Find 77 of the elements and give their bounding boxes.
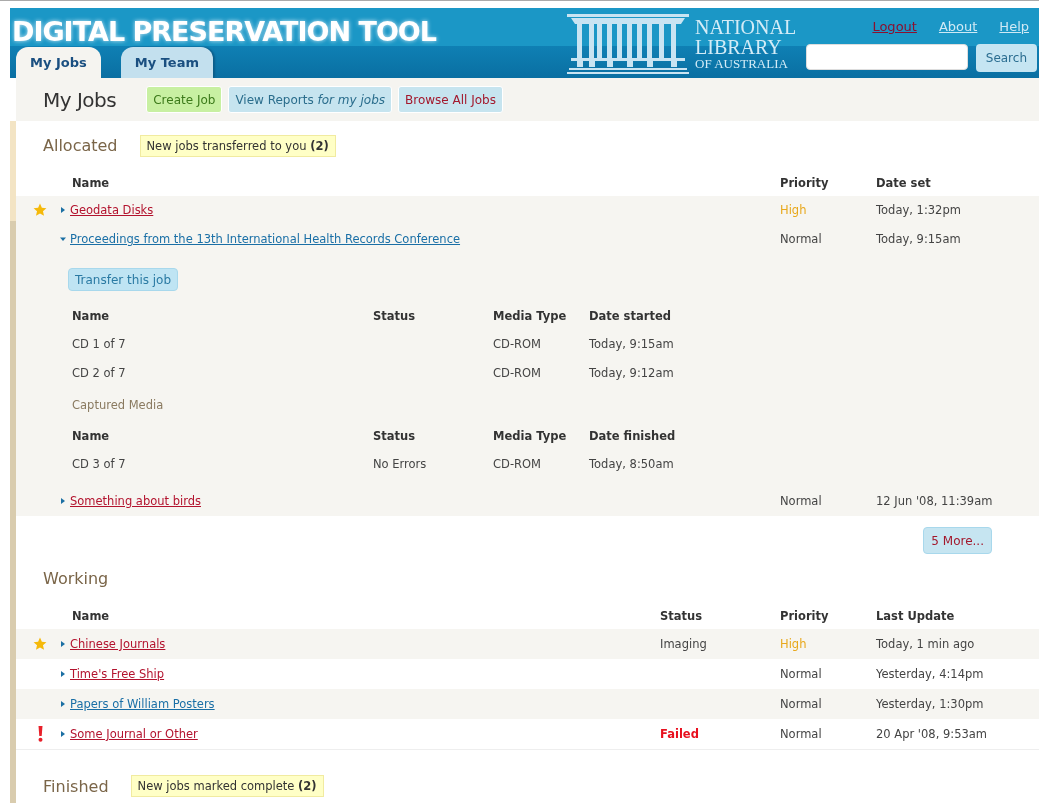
column-header: Status (660, 609, 704, 623)
column-header: Date set (876, 176, 932, 190)
notice-badge: New jobs marked complete (2) (130, 775, 324, 797)
priority-text: High (780, 203, 808, 217)
column-header: Date finished (589, 429, 677, 443)
star-icon[interactable] (33, 637, 47, 651)
date-text: Today, 1:32pm (876, 203, 962, 217)
job-link[interactable]: Some Journal or Other (70, 727, 198, 741)
app-title: DIGITAL PRESERVATION TOOL (11, 15, 438, 47)
column-header: Priority (780, 609, 830, 623)
date-text: Today, 1 min ago (876, 637, 976, 651)
table-cell-text: CD 2 of 7 (72, 365, 127, 380)
column-header: Media Type (493, 429, 568, 443)
table-cell-text: CD 1 of 7 (72, 336, 127, 351)
job-link[interactable]: Proceedings from the 13th International Health Records Conference (70, 232, 461, 246)
status-text: Imaging (660, 637, 708, 651)
column-header: Last Update (876, 609, 956, 623)
column-header: Name (71, 609, 111, 623)
job-link[interactable]: Papers of William Posters (70, 697, 215, 711)
section-title: Allocated (43, 136, 118, 155)
toolbar-button[interactable]: Create Job (146, 86, 223, 113)
toolbar-button[interactable]: Browse All Jobs (398, 86, 503, 113)
table-cell-text: Today, 8:50am (589, 456, 675, 471)
search-field[interactable] (805, 44, 968, 70)
priority-text: Normal (780, 667, 823, 681)
column-header: Status (373, 429, 417, 443)
notice-badge: New jobs transferred to you (2) (139, 134, 336, 157)
logo-text: OF AUSTRALIA (695, 56, 789, 70)
table-cell-text: Today, 9:15am (589, 336, 675, 351)
status-text: Failed (660, 727, 700, 741)
caret-icon[interactable] (60, 641, 66, 647)
logo-text: NATIONAL (695, 16, 797, 37)
table-cell-text: No Errors (373, 456, 428, 471)
table-cell-text: CD 3 of 7 (72, 456, 127, 471)
job-link[interactable]: Chinese Journals (70, 637, 166, 651)
table-cell-text: CD-ROM (493, 365, 542, 380)
column-header: Name (71, 176, 111, 190)
section-title: Working (43, 569, 109, 588)
caret-icon[interactable] (60, 236, 66, 242)
job-link[interactable]: Something about birds (70, 494, 201, 508)
date-text: 20 Apr '08, 9:53am (876, 727, 989, 741)
column-header: Status (373, 309, 417, 323)
toolbar-button[interactable]: View Reports for my jobs (228, 86, 392, 113)
column-header: Date started (589, 309, 672, 323)
table-cell-text: Today, 9:12am (589, 365, 675, 380)
caret-icon[interactable] (60, 207, 66, 213)
caret-icon[interactable] (60, 498, 66, 504)
priority-text: Normal (780, 697, 823, 711)
table-cell-text: CD-ROM (493, 456, 542, 471)
caret-icon[interactable] (60, 701, 66, 707)
caret-icon[interactable] (60, 671, 66, 677)
search-button[interactable]: Search (975, 44, 1037, 72)
date-text: Yesterday, 4:14pm (876, 667, 985, 681)
job-link[interactable]: Time's Free Ship (70, 667, 165, 681)
subsection-title: Captured Media (71, 397, 165, 414)
priority-text: Normal (780, 232, 823, 246)
date-text: 12 Jun '08, 11:39am (876, 494, 994, 508)
priority-text: High (780, 637, 808, 651)
nav-tab[interactable]: My Team (120, 47, 213, 78)
date-text: Yesterday, 1:30pm (876, 697, 985, 711)
priority-text: Normal (780, 494, 823, 508)
star-icon[interactable] (33, 203, 47, 217)
section-title: Finished (43, 776, 109, 796)
column-header: Priority (780, 176, 830, 190)
transfer-button[interactable]: Transfer this job (68, 268, 179, 291)
page-heading: My Jobs (43, 87, 117, 112)
date-text: Today, 9:15am (876, 232, 962, 246)
column-header: Media Type (493, 309, 568, 323)
table-cell-text: CD-ROM (493, 336, 542, 351)
column-header: Name (72, 309, 111, 323)
job-link[interactable]: Geodata Disks (70, 203, 154, 217)
priority-text: Normal (780, 727, 823, 741)
more-button[interactable]: 5 More... (923, 527, 992, 554)
nav-tab[interactable]: My Jobs (16, 47, 101, 78)
column-header: Name (72, 429, 111, 443)
logo-text: LIBRARY (695, 36, 783, 57)
caret-icon[interactable] (60, 731, 66, 737)
